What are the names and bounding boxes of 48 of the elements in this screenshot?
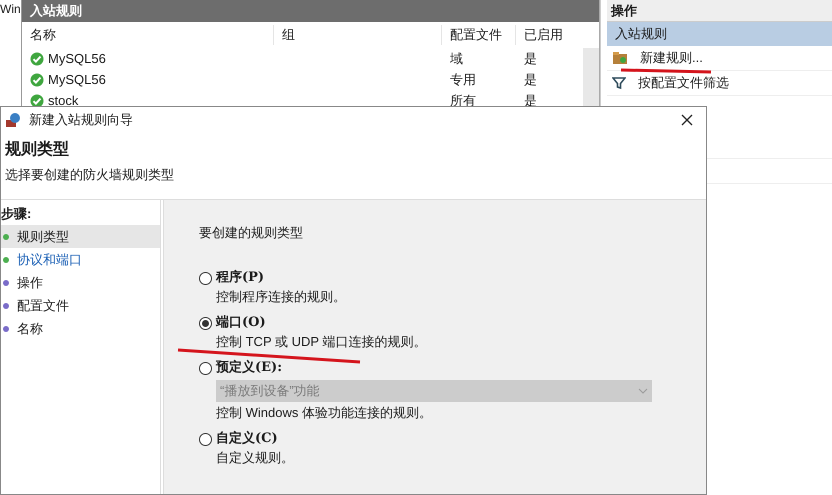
firewall-icon — [5, 112, 21, 128]
chevron-icon — [638, 388, 648, 394]
step-item[interactable]: 规则类型 — [1, 225, 160, 248]
check-icon — [30, 52, 44, 66]
filter-icon — [612, 76, 626, 90]
panel-header: 操作 — [607, 0, 832, 22]
option-description: 控制程序连接的规则。 — [216, 288, 347, 306]
step-item[interactable]: 名称 — [1, 317, 160, 340]
rule-name: MySQL56 — [48, 70, 106, 89]
table-cell-text: 是 — [523, 50, 538, 68]
radio-option[interactable]: 程序(P) — [199, 268, 706, 288]
radio-button[interactable] — [199, 432, 212, 446]
radio-button[interactable] — [199, 272, 212, 284]
section-header[interactable]: 入站规则 — [607, 22, 832, 46]
close-icon[interactable] — [681, 114, 693, 126]
check-icon — [30, 72, 44, 86]
radio-button[interactable] — [199, 316, 212, 330]
rule-name: stock — [48, 92, 78, 110]
action-item[interactable]: 新建规则... — [607, 46, 832, 71]
step-item[interactable]: 操作 — [1, 271, 160, 294]
dialog-title: 新建入站规则向导 — [29, 111, 134, 130]
step-item[interactable]: 配置文件 — [1, 294, 160, 317]
table-cell-text: 所有 — [449, 92, 477, 110]
rule-name: MySQL56 — [48, 50, 106, 68]
column-header[interactable]: 配置文件 — [442, 25, 516, 45]
radio-option[interactable]: 预定义(E): — [199, 358, 706, 378]
column-header[interactable]: 名称 — [22, 25, 274, 45]
action-item[interactable]: 按配置文件筛选 — [607, 71, 832, 96]
option-description: 控制 TCP 或 UDP 端口连接的规则。 — [216, 333, 428, 351]
scrollbar[interactable] — [583, 48, 599, 106]
table-cell-text: 专用 — [449, 70, 477, 89]
table-cell-text: 是 — [523, 70, 538, 89]
steps-label: 步骤: — [1, 205, 32, 224]
option-description: 自定义规则。 — [216, 449, 295, 467]
radio-button[interactable] — [199, 362, 212, 374]
prompt-text: 要创建的规则类型 — [199, 224, 304, 242]
page-subtitle: 选择要创建的防火墙规则类型 — [5, 166, 175, 184]
radio-option[interactable]: 自定义(C) — [199, 429, 706, 449]
column-header[interactable]: 已启用 — [516, 25, 580, 45]
radio-option[interactable]: 端口(O) — [199, 313, 706, 333]
panel-header: 入站规则 — [22, 0, 599, 22]
option-description: 控制 Windows 体验功能连接的规则。 — [216, 404, 433, 422]
step-item[interactable]: 协议和端口 — [1, 248, 160, 271]
window-label: Win — [0, 1, 21, 18]
folder-icon — [612, 51, 628, 65]
table-cell-text: 域 — [449, 50, 464, 68]
page-heading: 规则类型 — [5, 140, 70, 160]
column-header[interactable]: 组 — [274, 25, 442, 45]
